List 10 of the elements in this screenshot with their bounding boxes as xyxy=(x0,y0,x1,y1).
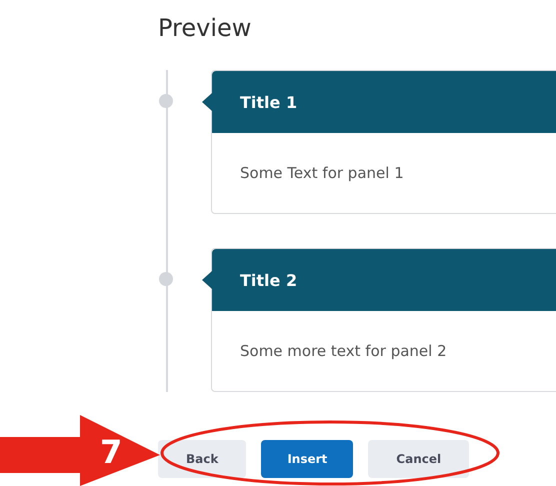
panel-title: Title 2 xyxy=(240,270,298,290)
arrow-icon xyxy=(0,415,160,486)
panel-text: Some Text for panel 1 xyxy=(240,164,404,182)
panel-title: Title 1 xyxy=(240,92,298,112)
dialog-button[interactable]: Cancel xyxy=(368,440,470,478)
dialog-button[interactable]: Back xyxy=(158,440,246,478)
preview-heading: Preview xyxy=(158,14,252,42)
step-number: 7 xyxy=(100,432,122,472)
insert-button[interactable]: Insert xyxy=(261,440,354,478)
panel-text: Some more text for panel 2 xyxy=(240,342,447,360)
